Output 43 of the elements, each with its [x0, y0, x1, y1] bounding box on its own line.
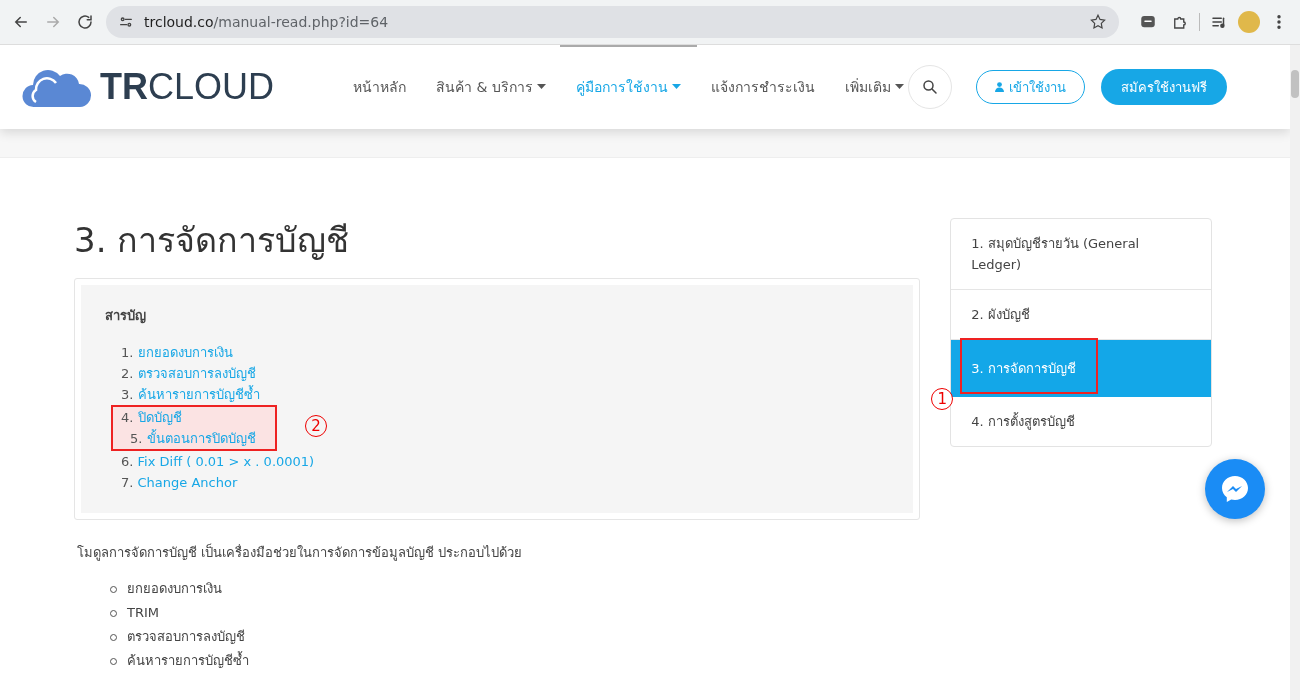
toc-link[interactable]: ปิดบัญชี: [137, 410, 182, 425]
intro-paragraph: โมดูลการจัดการบัญชี เป็นเครื่องมือช่วยในการจัดการข้อมูลบัญชี ประกอบไปด้วย: [77, 542, 524, 563]
scrollbar-thumb[interactable]: [1291, 70, 1299, 98]
nav-link[interactable]: แจ้งการชำระเงิน: [710, 45, 815, 129]
nav-link[interactable]: เพิ่มเติม: [844, 45, 904, 129]
brand-logo[interactable]: TRCLOUD: [100, 66, 275, 108]
messenger-button[interactable]: [1205, 459, 1265, 519]
url-text: trcloud.co/manual-read.php?id=64: [144, 14, 390, 30]
site-settings-icon[interactable]: [118, 14, 134, 30]
login-button[interactable]: เข้าใช้งาน: [975, 70, 1085, 104]
toc-link[interactable]: ยกยอดงบการเงิน: [137, 345, 233, 360]
toc-link[interactable]: ขั้นตอนการปิดบัญชี: [146, 431, 256, 446]
toc-link[interactable]: ค้นหารายการบัญชีซ้ำ: [137, 387, 260, 402]
nav-link[interactable]: หน้าหลัก: [353, 45, 406, 129]
signup-button[interactable]: สมัครใช้งานฟรี: [1100, 69, 1227, 105]
toc-heading: สารบัญ: [105, 307, 147, 326]
sidebar-item[interactable]: 3. การจัดการบัญชี: [951, 340, 1211, 397]
list-number: 1.: [121, 345, 134, 360]
address-bar[interactable]: trcloud.co/manual-read.php?id=64: [106, 6, 1119, 38]
list-item: ค้นหารายการบัญชีซ้ำ: [127, 650, 249, 670]
list-number: 7.: [121, 475, 134, 490]
sidebar-item[interactable]: 4. การตั้งสูตรบัญชี: [951, 397, 1211, 446]
list-number: 6.: [121, 454, 134, 469]
toc-link[interactable]: Change Anchor: [137, 475, 238, 490]
list-item: ตรวจสอบการลงบัญชี: [127, 628, 245, 646]
toc-link[interactable]: Fix Diff ( 0.01 > x . 0.0001): [137, 454, 315, 469]
list-item: TRIM: [127, 604, 160, 622]
page-title: 3. การจัดการบัญชี: [74, 219, 351, 262]
nav-link[interactable]: สินค้า & บริการ: [436, 45, 546, 129]
search-icon: [920, 78, 939, 96]
list-item: ยกยอดงบการเงิน: [127, 580, 222, 598]
list-number: 5.: [130, 431, 143, 446]
list-number: 4.: [121, 410, 134, 425]
user-icon: [994, 82, 1004, 92]
list-number: 2.: [121, 366, 134, 381]
messenger-icon: [1219, 473, 1251, 505]
scrollbar[interactable]: [1290, 45, 1300, 700]
search-button[interactable]: [907, 65, 952, 109]
annotation-number: 1: [931, 388, 954, 410]
list-number: 3.: [121, 387, 134, 402]
sidebar-item[interactable]: 1. สมุดบัญชีรายวัน (General Ledger): [951, 219, 1211, 290]
star-icon[interactable]: [1089, 13, 1107, 31]
toc-link[interactable]: ตรวจสอบการลงบัญชี: [137, 366, 256, 381]
